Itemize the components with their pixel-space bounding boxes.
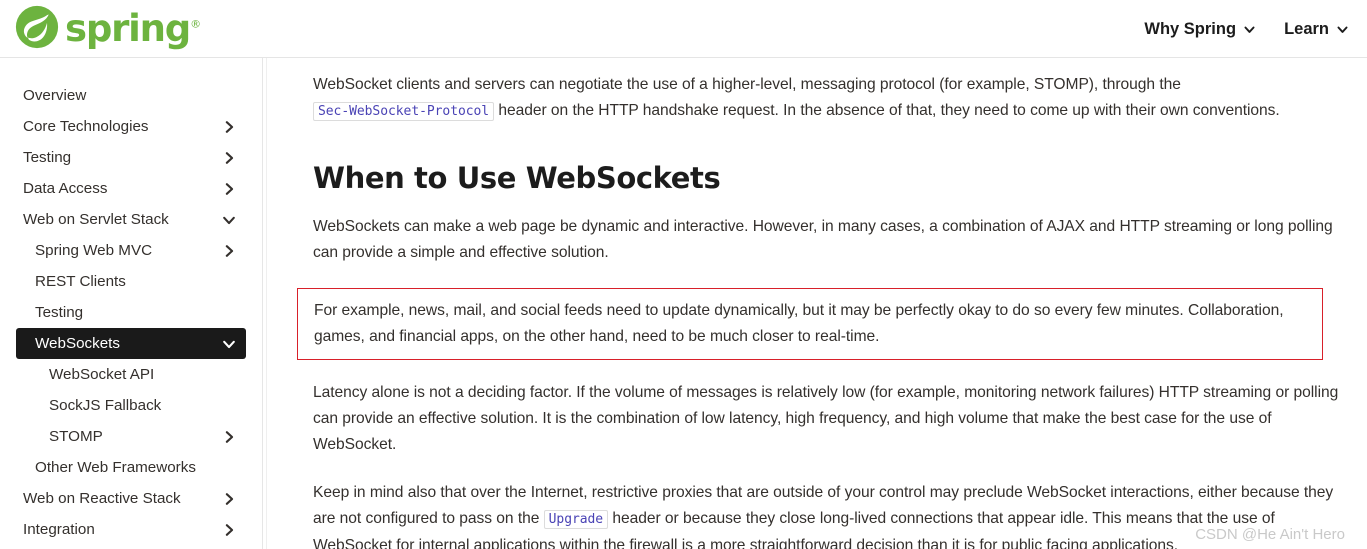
intro-text-part2: header on the HTTP handshake request. In… bbox=[494, 102, 1280, 119]
nav-why-spring[interactable]: Why Spring bbox=[1144, 20, 1256, 39]
sidebar-item-websocket-api[interactable]: WebSocket API bbox=[16, 359, 246, 390]
chevron-down-icon bbox=[223, 340, 235, 348]
spring-logo-link[interactable]: spring® bbox=[12, 3, 201, 51]
nav-learn[interactable]: Learn bbox=[1284, 20, 1349, 39]
paragraph-proxies: Keep in mind also that over the Internet… bbox=[313, 480, 1349, 549]
chevron-down-icon bbox=[1337, 26, 1348, 33]
intro-text-part1: WebSocket clients and servers can negoti… bbox=[313, 76, 1181, 93]
code-sec-websocket-protocol: Sec-WebSocket-Protocol bbox=[313, 102, 495, 121]
chevron-right-icon bbox=[225, 244, 234, 257]
sidebar-item-other-web-frameworks[interactable]: Other Web Frameworks bbox=[16, 452, 246, 483]
chevron-right-icon bbox=[225, 151, 234, 164]
chevron-right-icon bbox=[225, 182, 234, 195]
sidebar-item-label: WebSockets bbox=[35, 334, 120, 352]
sidebar-item-label: Overview bbox=[23, 86, 87, 104]
sidebar-item-testing[interactable]: Testing bbox=[16, 297, 246, 328]
paragraph-dynamic-interactive: WebSockets can make a web page be dynami… bbox=[313, 217, 1333, 261]
paragraph-highlighted: For example, news, mail, and social feed… bbox=[314, 301, 1284, 345]
chevron-down-icon bbox=[1244, 26, 1255, 33]
chevron-right-icon bbox=[225, 120, 234, 133]
sidebar-divider-secondary bbox=[266, 58, 267, 549]
sidebar-item-integration[interactable]: Integration bbox=[16, 514, 246, 545]
sidebar-item-spring-web-mvc[interactable]: Spring Web MVC bbox=[16, 235, 246, 266]
sidebar-item-label: STOMP bbox=[49, 427, 103, 445]
nav-why-spring-label: Why Spring bbox=[1144, 19, 1237, 38]
sidebar-item-web-on-reactive-stack[interactable]: Web on Reactive Stack bbox=[16, 483, 246, 514]
spring-wordmark: spring® bbox=[65, 6, 202, 50]
sidebar-item-label: Testing bbox=[23, 148, 72, 166]
spring-leaf-icon bbox=[15, 5, 59, 49]
code-upgrade: Upgrade bbox=[543, 509, 609, 529]
sidebar-item-label: WebSocket API bbox=[49, 365, 155, 383]
sidebar-item-label: Core Technologies bbox=[23, 117, 149, 135]
sidebar-item-stomp[interactable]: STOMP bbox=[16, 421, 246, 452]
sidebar-item-core-technologies[interactable]: Core Technologies bbox=[16, 111, 246, 142]
docs-sidebar[interactable]: Overview Core Technologies Testing Data Acc… bbox=[0, 58, 262, 549]
nav-learn-label: Learn bbox=[1284, 19, 1329, 38]
sidebar-item-label: Web on Reactive Stack bbox=[23, 489, 181, 507]
sidebar-item-sockjs-fallback[interactable]: SockJS Fallback bbox=[16, 390, 246, 421]
sidebar-nav-list: Overview Core Technologies Testing Data Acc… bbox=[0, 58, 262, 545]
sidebar-item-overview[interactable]: Overview bbox=[16, 80, 246, 111]
paragraph-latency: Latency alone is not a deciding factor. … bbox=[313, 383, 1339, 453]
sidebar-item-web-on-servlet-stack[interactable]: Web on Servlet Stack bbox=[16, 204, 246, 235]
sidebar-item-label: Web on Servlet Stack bbox=[23, 210, 169, 228]
sidebar-item-label: REST Clients bbox=[35, 272, 126, 290]
paragraph-intro: WebSocket clients and servers can negoti… bbox=[313, 72, 1349, 125]
chevron-right-icon bbox=[225, 430, 234, 443]
annotation-highlight-box: For example, news, mail, and social feed… bbox=[297, 287, 1323, 360]
sidebar-item-websockets[interactable]: WebSockets bbox=[16, 328, 246, 359]
chevron-down-icon bbox=[223, 216, 235, 224]
sidebar-item-testing[interactable]: Testing bbox=[16, 142, 246, 173]
sidebar-item-label: Other Web Frameworks bbox=[35, 458, 196, 476]
sidebar-item-label: Testing bbox=[35, 303, 84, 321]
chevron-right-icon bbox=[225, 492, 234, 505]
docs-content-area: WebSocket clients and servers can negoti… bbox=[270, 58, 1367, 549]
sidebar-item-label: Data Access bbox=[23, 179, 108, 197]
sidebar-item-label: Integration bbox=[23, 520, 95, 538]
top-navigation: Why Spring Learn bbox=[1144, 0, 1349, 58]
sidebar-item-label: Spring Web MVC bbox=[35, 241, 153, 259]
site-header: spring® Why Spring Learn bbox=[0, 0, 1367, 58]
registered-mark: ® bbox=[190, 17, 202, 31]
sidebar-divider bbox=[262, 58, 263, 549]
page-title: When to Use WebSockets bbox=[313, 161, 721, 195]
chevron-right-icon bbox=[225, 523, 234, 536]
sidebar-item-data-access[interactable]: Data Access bbox=[16, 173, 246, 204]
sidebar-item-label: SockJS Fallback bbox=[49, 396, 162, 414]
sidebar-item-rest-clients[interactable]: REST Clients bbox=[16, 266, 246, 297]
